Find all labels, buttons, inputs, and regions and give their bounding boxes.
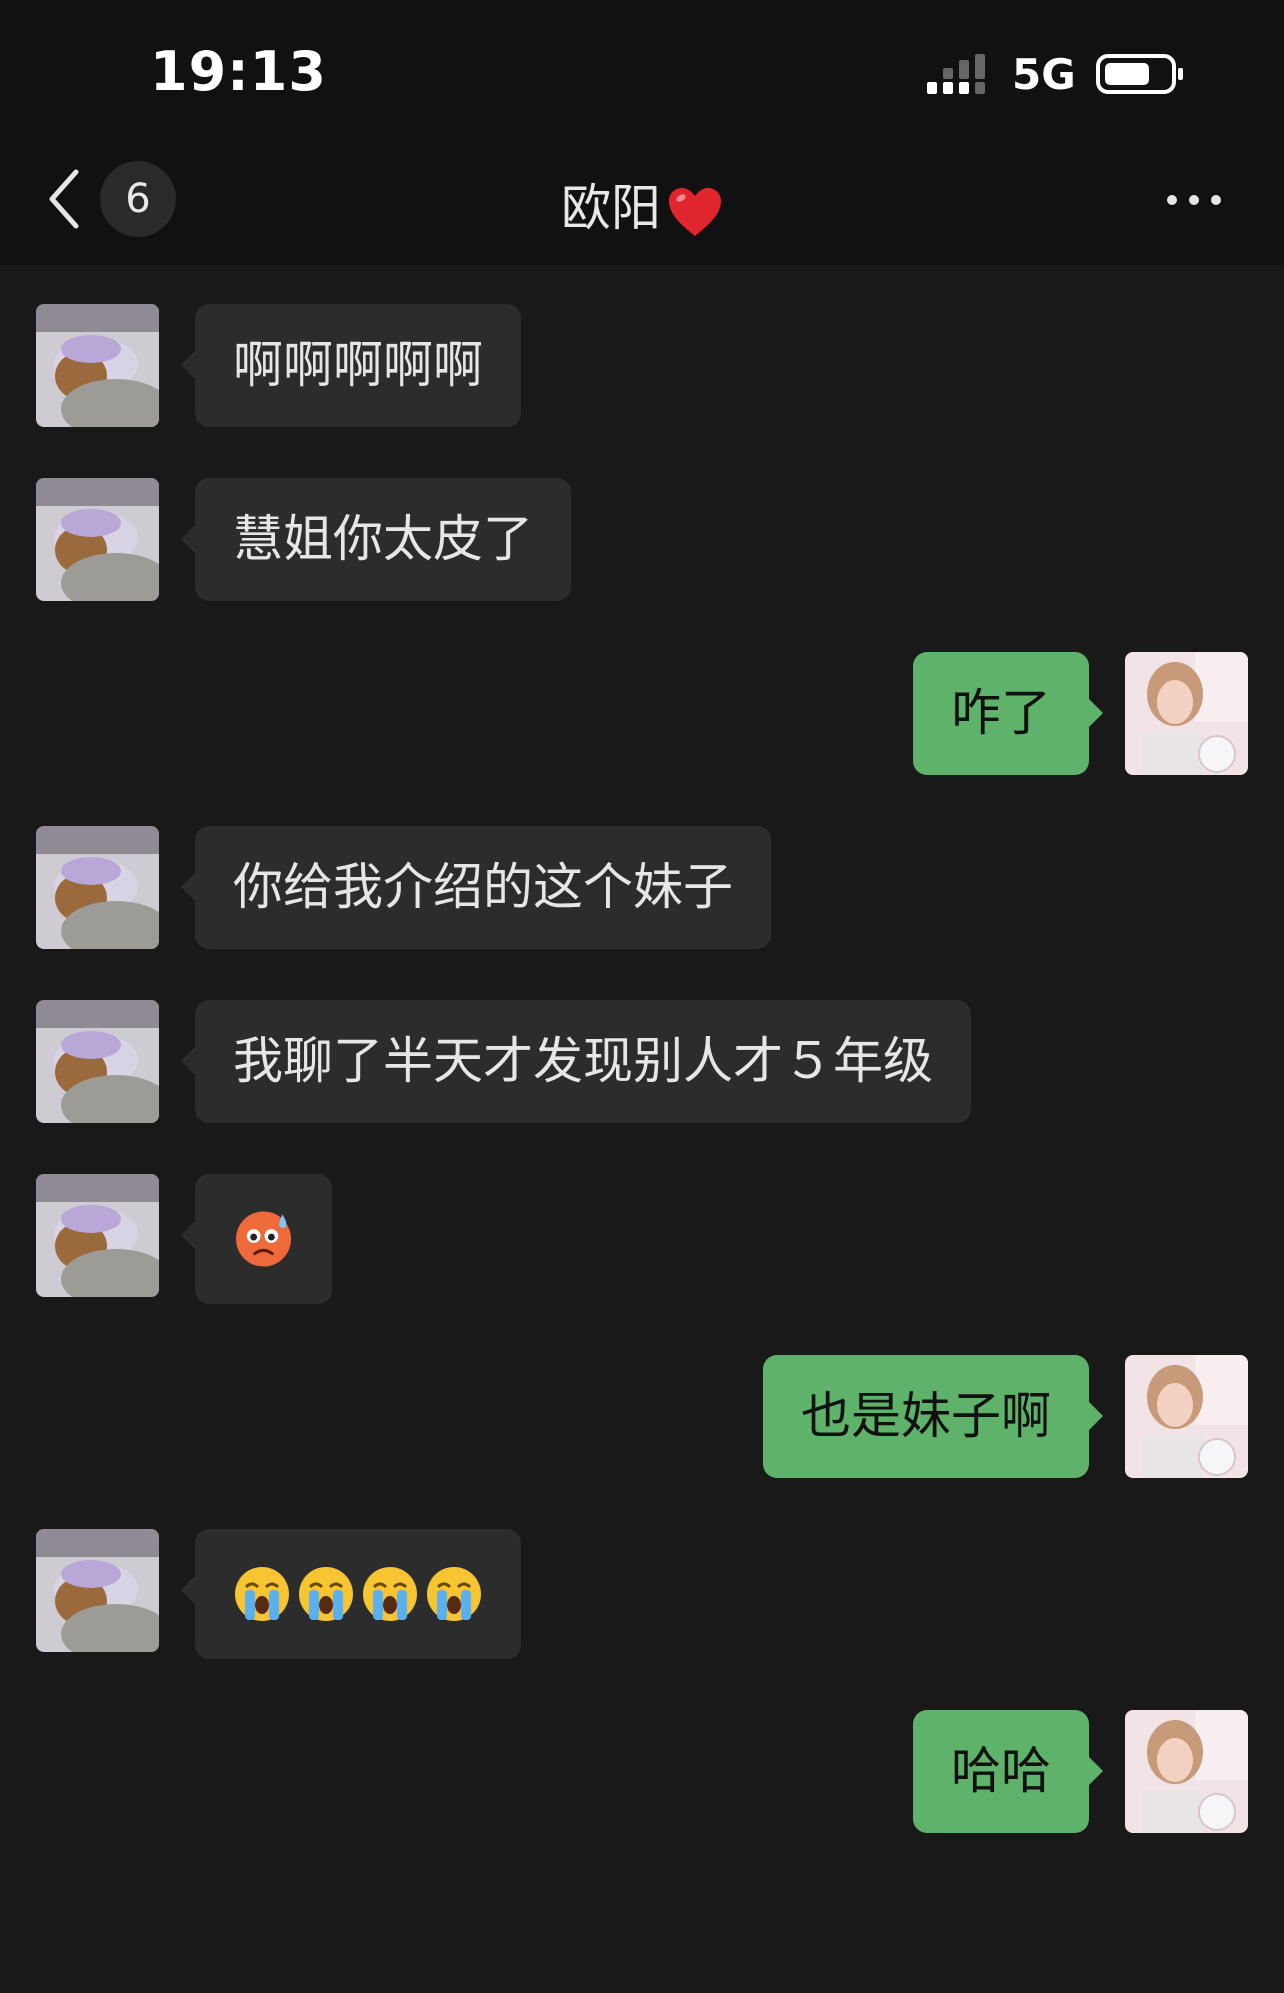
network-type: 5G xyxy=(1012,50,1076,99)
contact-avatar[interactable] xyxy=(36,1529,159,1652)
loudly-crying-face-icon xyxy=(299,1567,353,1621)
contact-avatar[interactable] xyxy=(36,304,159,427)
more-options-icon[interactable] xyxy=(1162,180,1226,220)
message-bubble-incoming[interactable]: 我聊了半天才发现别人才５年级 xyxy=(181,1000,971,1123)
my-avatar[interactable] xyxy=(1125,1710,1248,1833)
message-bubble-outgoing[interactable]: 也是妹子啊 xyxy=(763,1355,1103,1478)
message-bubble-incoming[interactable] xyxy=(181,1529,521,1659)
loudly-crying-face-icon xyxy=(235,1567,289,1621)
message-bubble-incoming[interactable]: 慧姐你太皮了 xyxy=(181,478,571,601)
contact-avatar[interactable] xyxy=(36,1174,159,1297)
chat-title: 欧阳 xyxy=(0,168,1284,240)
contact-name: 欧阳 xyxy=(561,179,661,237)
signal-strength-icon xyxy=(927,54,985,94)
sweat-face-emoji-icon xyxy=(235,1211,292,1267)
status-time: 19:13 xyxy=(150,40,327,103)
loudly-crying-face-icon xyxy=(363,1567,417,1621)
my-avatar[interactable] xyxy=(1125,1355,1248,1478)
message-bubble-outgoing[interactable]: 咋了 xyxy=(913,652,1103,775)
battery-icon xyxy=(1096,54,1183,94)
chat-header: 6 欧阳 xyxy=(0,140,1284,265)
message-list[interactable]: 啊啊啊啊啊 慧姐你太皮了 咋了 你给我介绍的这个妹子 我聊了半天才发现别人才５年… xyxy=(0,265,1284,1993)
message-bubble-incoming[interactable] xyxy=(181,1174,332,1304)
message-bubble-incoming[interactable]: 啊啊啊啊啊 xyxy=(181,304,521,427)
contact-avatar[interactable] xyxy=(36,826,159,949)
message-bubble-outgoing[interactable]: 哈哈 xyxy=(913,1710,1103,1833)
status-bar: 19:13 5G xyxy=(0,0,1284,140)
my-avatar[interactable] xyxy=(1125,652,1248,775)
contact-avatar[interactable] xyxy=(36,1000,159,1123)
red-heart-icon xyxy=(669,187,721,236)
loudly-crying-face-icon xyxy=(427,1567,481,1621)
message-bubble-incoming[interactable]: 你给我介绍的这个妹子 xyxy=(181,826,771,949)
contact-avatar[interactable] xyxy=(36,478,159,601)
